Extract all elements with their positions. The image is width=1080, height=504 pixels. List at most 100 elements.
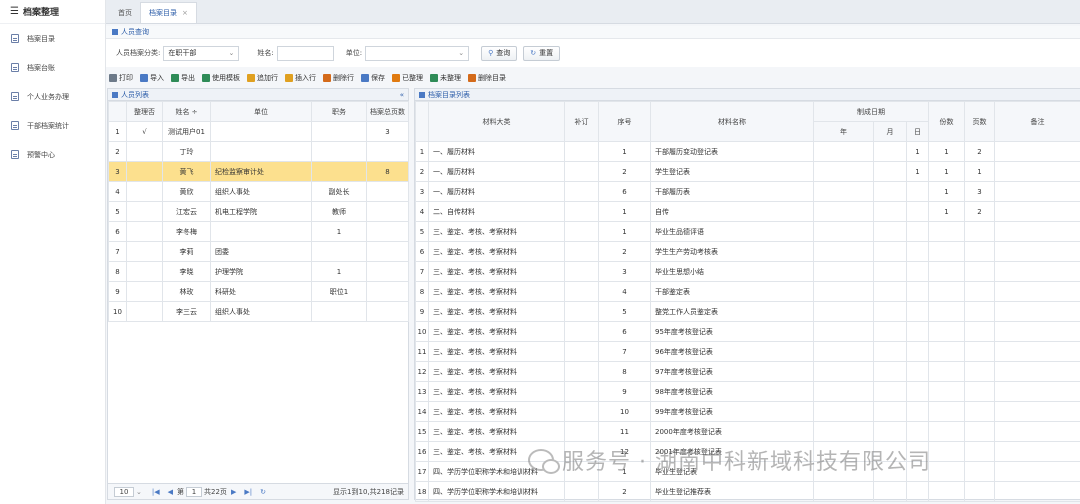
table-cell xyxy=(210,221,312,242)
table-cell xyxy=(564,221,599,242)
table-row[interactable]: 3 黄飞 纪检监察审计处 8 xyxy=(108,161,409,182)
table-row[interactable]: 7 三、鉴定、考核、考察材料 3 毕业生思想小结 xyxy=(415,261,1080,282)
toolbar-button-label: 删除行 xyxy=(333,73,354,82)
sidebar-item[interactable]: 干部档案统计 xyxy=(0,111,105,140)
table-cell: 16 xyxy=(415,441,429,462)
table-cell: 4 xyxy=(108,181,127,202)
person-table-col[interactable] xyxy=(108,101,127,122)
person-table-col[interactable]: 整理否 xyxy=(126,101,163,122)
table-cell xyxy=(964,361,996,382)
tab-home[interactable]: 首页 xyxy=(110,2,140,23)
table-row[interactable]: 1 一、履历材料 1 干部履历变动登记表 1 1 2 xyxy=(415,141,1080,162)
table-row[interactable]: 9 三、鉴定、考核、考察材料 5 整党工作人员鉴定表 xyxy=(415,301,1080,322)
unit-select[interactable]: ⌄ xyxy=(365,45,470,61)
table-row[interactable]: 6 三、鉴定、考核、考察材料 2 学生生产劳动考核表 xyxy=(415,241,1080,262)
category-select[interactable]: 在职干部 ⌄ xyxy=(163,45,240,61)
table-row[interactable]: 13 三、鉴定、考核、考察材料 9 98年度考核登记表 xyxy=(415,381,1080,402)
table-row[interactable]: 2 一、履历材料 2 学生登记表 1 1 1 xyxy=(415,161,1080,182)
table-row[interactable]: 10 三、鉴定、考核、考察材料 6 95年度考核登记表 xyxy=(415,321,1080,342)
next-page-icon[interactable]: ▶ xyxy=(231,488,236,496)
section-icon xyxy=(112,91,118,98)
collapse-icon[interactable]: « xyxy=(400,91,404,99)
toolbar-button[interactable]: 已整理 xyxy=(392,73,423,83)
table-row[interactable]: 5 江宏云 机电工程学院 教师 xyxy=(108,201,409,222)
table-cell xyxy=(964,461,996,482)
table-cell xyxy=(813,401,874,422)
table-cell: 10 xyxy=(415,321,429,342)
toolbar-button[interactable]: 打印 xyxy=(109,73,133,83)
table-row[interactable]: 8 三、鉴定、考核、考察材料 4 干部鉴定表 xyxy=(415,281,1080,302)
table-cell xyxy=(928,441,966,462)
refresh-icon[interactable]: ↻ xyxy=(260,488,266,496)
col-index xyxy=(415,101,429,142)
table-row[interactable]: 4 黄欣 组织人事处 副处长 xyxy=(108,181,409,202)
table-row[interactable]: 3 一、履历材料 6 干部履历表 1 3 xyxy=(415,181,1080,202)
toolbar-button[interactable]: 删除目录 xyxy=(468,73,506,83)
sidebar-item[interactable]: 个人业务办理 xyxy=(0,82,105,111)
table-cell xyxy=(813,281,874,302)
table-cell: 8 xyxy=(415,281,429,302)
table-row[interactable]: 10 李三云 组织人事处 xyxy=(108,301,409,322)
person-table-col[interactable]: 职务 xyxy=(311,101,367,122)
sidebar-item[interactable]: 预警中心 xyxy=(0,140,105,169)
table-cell: 三、鉴定、考核、考察材料 xyxy=(428,421,565,442)
name-input[interactable] xyxy=(276,45,334,61)
table-cell xyxy=(994,161,1080,182)
table-cell: 3 xyxy=(598,261,651,282)
table-row[interactable]: 1 √ 测试用户01 3 xyxy=(108,121,409,142)
table-cell xyxy=(928,401,966,422)
table-row[interactable]: 12 三、鉴定、考核、考察材料 8 97年度考核登记表 xyxy=(415,361,1080,382)
search-button[interactable]: ⚲ 查询 xyxy=(481,45,518,61)
table-cell xyxy=(964,381,996,402)
table-row[interactable]: 6 李冬梅 1 xyxy=(108,221,409,242)
table-row[interactable]: 15 三、鉴定、考核、考察材料 11 2000年度考核登记表 xyxy=(415,421,1080,442)
table-cell xyxy=(928,421,966,442)
person-table-col[interactable]: 单位 xyxy=(210,101,312,122)
page-total: 共22页 xyxy=(204,487,227,496)
person-table-col[interactable]: 姓名 ÷ xyxy=(162,101,211,122)
prev-page-icon[interactable]: ◀ xyxy=(168,488,173,496)
table-row[interactable]: 11 三、鉴定、考核、考察材料 7 96年度考核登记表 xyxy=(415,341,1080,362)
table-cell: 2 xyxy=(108,141,127,162)
tab-archive-catalog[interactable]: 档案目录 × xyxy=(140,2,197,23)
table-cell: 黄欣 xyxy=(162,181,211,202)
table-cell: 四、学历学位职称学术和培训材料 xyxy=(428,481,565,502)
table-cell xyxy=(873,201,907,222)
toolbar-button[interactable]: 插入行 xyxy=(285,73,316,83)
page-input[interactable]: 1 xyxy=(186,486,203,497)
search-button-label: 查询 xyxy=(496,49,511,57)
table-row[interactable]: 2 丁玲 xyxy=(108,141,409,162)
toolbar-button[interactable]: 保存 xyxy=(361,73,385,83)
sidebar-item[interactable]: 档案台账 xyxy=(0,53,105,82)
toolbar-button[interactable]: 使用模板 xyxy=(202,73,240,83)
table-cell xyxy=(126,181,163,202)
table-row[interactable]: 18 四、学历学位职称学术和培训材料 2 毕业生登记推荐表 xyxy=(415,481,1080,502)
close-icon[interactable]: × xyxy=(182,9,188,17)
person-table-col[interactable]: 档案总页数 xyxy=(366,101,409,122)
document-icon xyxy=(11,92,19,101)
table-cell xyxy=(905,341,930,362)
toolbar-button[interactable]: 追加行 xyxy=(247,73,278,83)
toolbar-button[interactable]: 导出 xyxy=(171,73,195,83)
table-cell: 三、鉴定、考核、考察材料 xyxy=(428,241,565,262)
table-cell xyxy=(813,241,874,262)
toolbar-button[interactable]: 未整理 xyxy=(430,73,461,83)
table-row[interactable]: 4 二、自传材料 1 自传 1 2 xyxy=(415,201,1080,222)
page-size-select[interactable]: 10 xyxy=(114,486,134,497)
table-row[interactable]: 9 林玫 科研处 职位1 xyxy=(108,281,409,302)
reset-button[interactable]: ↻ 重置 xyxy=(523,45,561,61)
table-cell xyxy=(311,301,367,322)
first-page-icon[interactable]: |◀ xyxy=(152,488,160,496)
table-row[interactable]: 7 李莉 团委 xyxy=(108,241,409,262)
last-page-icon[interactable]: ▶| xyxy=(244,488,252,496)
toolbar-button[interactable]: 删除行 xyxy=(323,73,354,83)
reset-button-label: 重置 xyxy=(539,49,554,57)
name-label: 姓名: xyxy=(257,49,274,57)
col-category: 材料大类 xyxy=(428,101,565,142)
table-row[interactable]: 8 李晓 护理学院 1 xyxy=(108,261,409,282)
table-row[interactable]: 14 三、鉴定、考核、考察材料 10 99年度考核登记表 xyxy=(415,401,1080,422)
table-row[interactable]: 5 三、鉴定、考核、考察材料 1 毕业生品德评语 xyxy=(415,221,1080,242)
toolbar-icon xyxy=(202,73,210,82)
toolbar-button[interactable]: 导入 xyxy=(140,73,164,83)
sidebar-item[interactable]: 档案目录 xyxy=(0,24,105,53)
